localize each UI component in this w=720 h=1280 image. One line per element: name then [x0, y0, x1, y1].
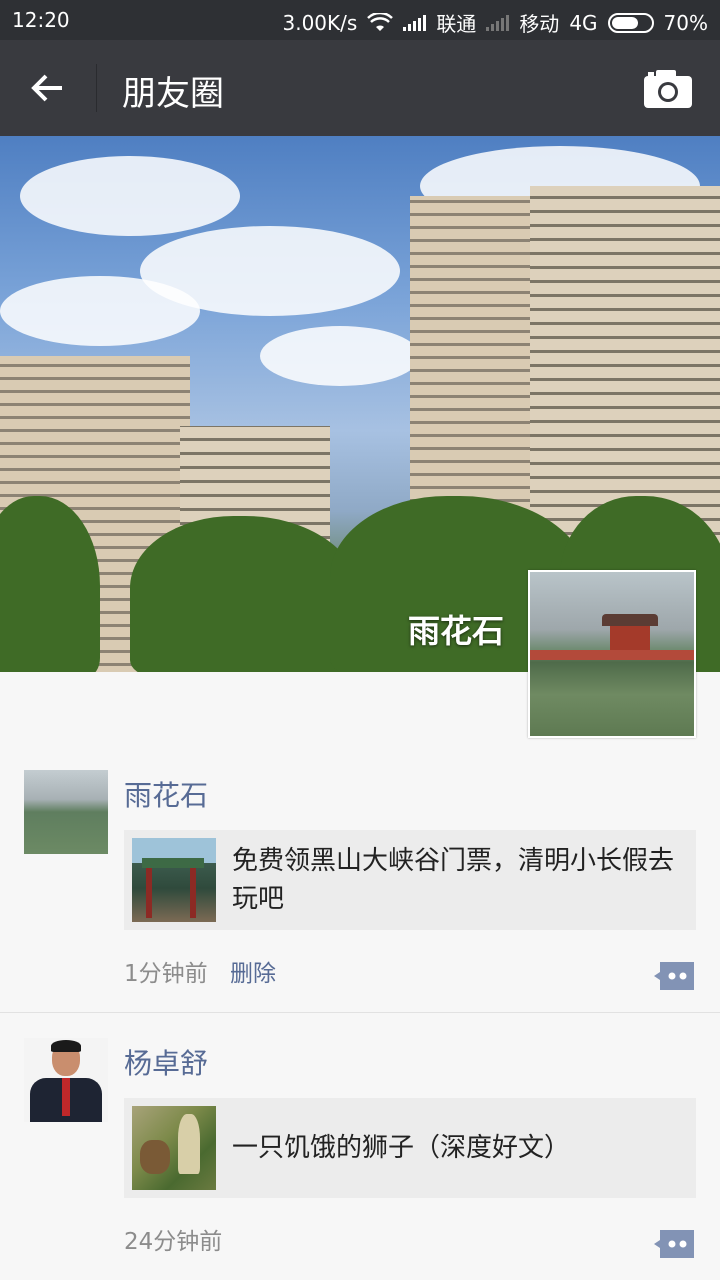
share-text: 一只饥饿的狮子（深度好文） [232, 1133, 571, 1163]
user-avatar[interactable] [24, 1038, 108, 1122]
cloud [260, 326, 420, 386]
page-title: 朋友圈 [122, 74, 224, 114]
post-time: 1分钟前 [124, 961, 208, 987]
feed-item: 雨花石 免费领黑山大峡谷门票，清明小长假去玩吧 1分钟前 删除 [0, 768, 720, 1012]
post-time: 24分钟前 [124, 1229, 223, 1255]
battery-fill [611, 16, 639, 29]
comment-icon[interactable] [652, 1228, 696, 1260]
thumb-pillar [146, 868, 152, 918]
user-avatar[interactable] [24, 770, 108, 854]
avatar-wall [530, 650, 694, 660]
shared-link[interactable]: 一只饥饿的狮子（深度好文） [124, 1098, 696, 1198]
delete-button[interactable]: 删除 [230, 954, 276, 988]
thumb-man [178, 1114, 200, 1174]
share-text: 免费领黑山大峡谷门票，清明小长假去玩吧 [232, 846, 675, 914]
net-speed: 3.00K/s [282, 10, 358, 35]
title-bar: 朋友圈 [0, 40, 720, 136]
profile-name: 雨花石 [407, 612, 504, 650]
shared-link[interactable]: 免费领黑山大峡谷门票，清明小长假去玩吧 [124, 830, 696, 930]
carrier2-label: 移动 [519, 12, 560, 36]
share-thumbnail [132, 1106, 216, 1190]
signal2-icon [486, 14, 510, 31]
arrow-left-icon[interactable] [20, 60, 76, 116]
camera-icon[interactable] [642, 66, 694, 110]
carrier1-label: 联通 [436, 12, 477, 36]
cloud [20, 156, 240, 236]
comment-icon[interactable] [652, 960, 696, 992]
avatar-hair [51, 1040, 81, 1052]
thumb-gate [142, 858, 204, 868]
cloud [0, 276, 200, 346]
tree [130, 516, 360, 672]
username[interactable]: 雨花石 [124, 774, 208, 814]
profile-avatar[interactable] [528, 570, 696, 738]
avatar-temple [602, 614, 658, 650]
status-bar: 12:20 3.00K/s 联通 移动 4G 70% [0, 0, 720, 40]
wifi-icon [367, 12, 394, 31]
status-indicators: 3.00K/s 联通 移动 4G 70% [283, 8, 709, 37]
battery-icon [607, 12, 654, 33]
avatar-tie [62, 1078, 70, 1116]
signal-icon [403, 14, 427, 31]
feed-divider [0, 1012, 720, 1013]
status-time: 12:20 [12, 8, 70, 32]
network-type: 4G [569, 10, 598, 35]
thumb-lion [140, 1140, 170, 1174]
battery-text: 70% [663, 10, 708, 35]
feed-item: 杨卓舒 一只饥饿的狮子（深度好文） 24分钟前 [0, 1036, 720, 1280]
thumb-pillar [190, 868, 196, 918]
username[interactable]: 杨卓舒 [124, 1042, 208, 1082]
title-divider [96, 64, 97, 112]
share-thumbnail [132, 838, 216, 922]
